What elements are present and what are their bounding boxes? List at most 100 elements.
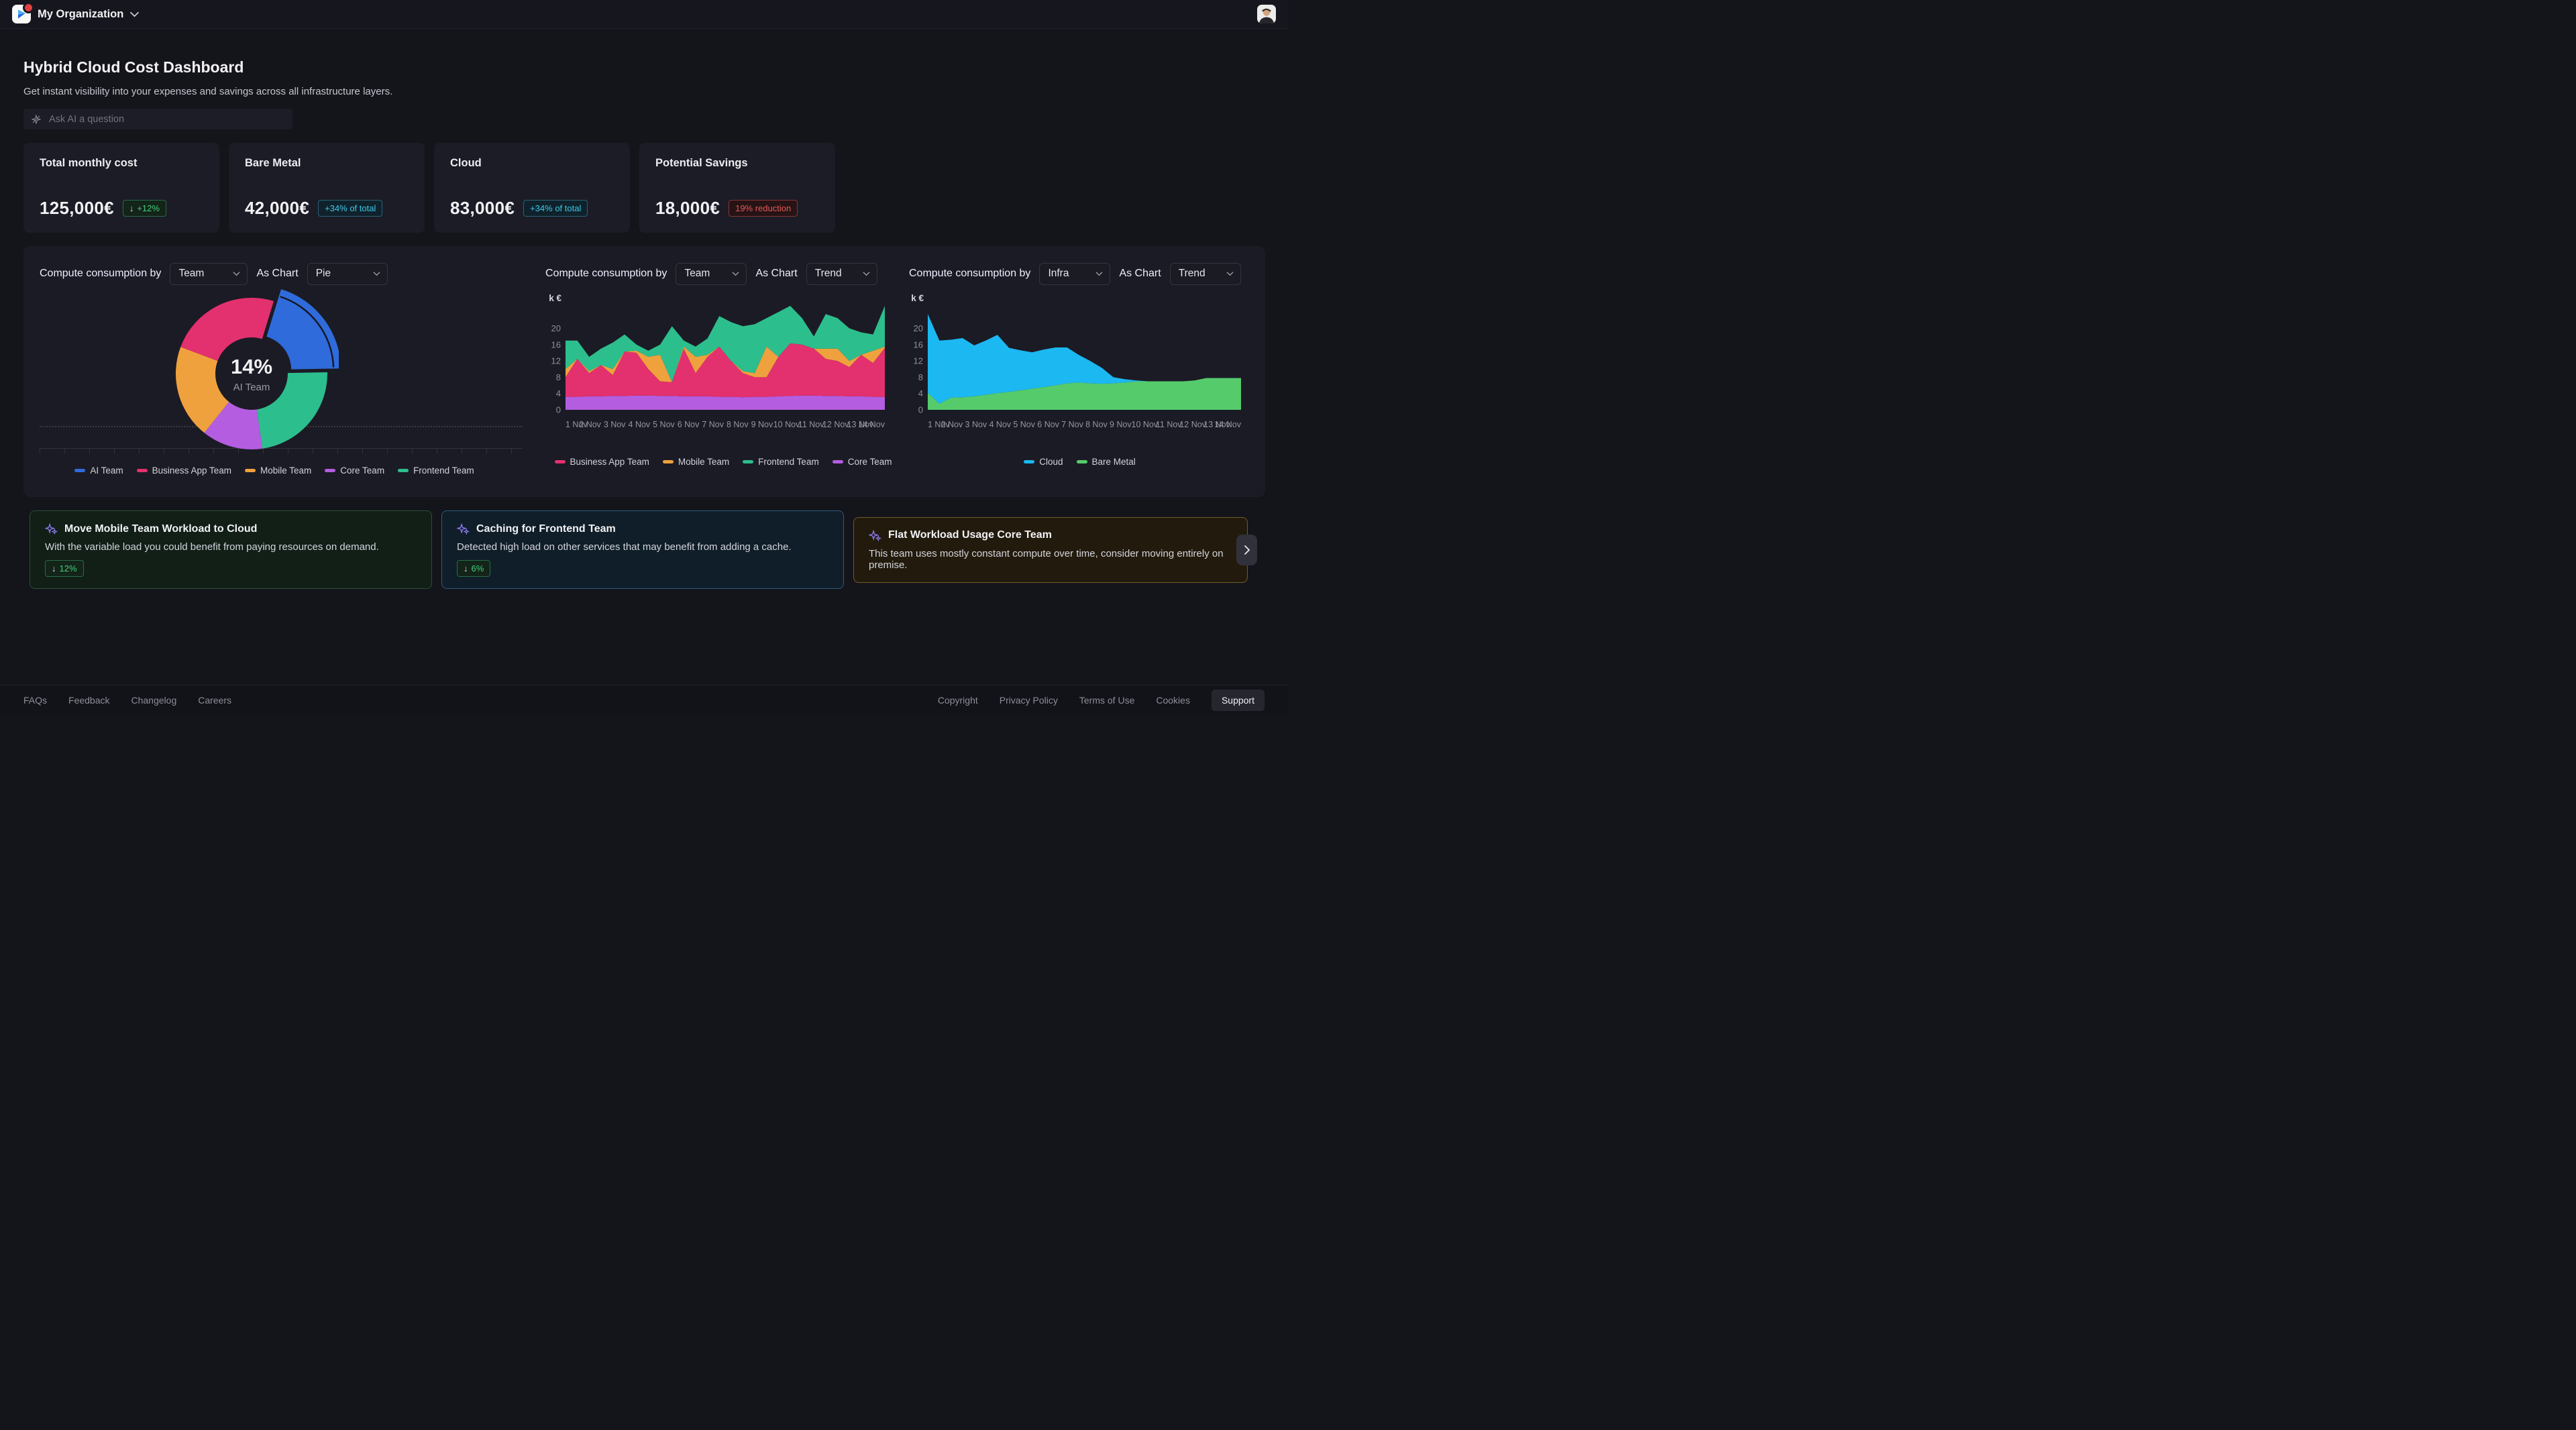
chart-type-select[interactable]: Trend: [806, 263, 877, 285]
stat-label: Bare Metal: [245, 157, 409, 170]
legend-item: Core Team: [325, 465, 384, 476]
recommendation-card-flat-workload[interactable]: Flat Workload Usage Core Team This team …: [853, 517, 1248, 583]
legend-color-swatch: [137, 469, 148, 472]
pie-chart-section: Compute consumption by Team As Chart Pie…: [40, 262, 536, 481]
footer: FAQs Feedback Changelog Careers Copyright Pr…: [0, 685, 1288, 715]
support-button[interactable]: Support: [1212, 690, 1265, 711]
chevron-down-icon: [373, 271, 380, 276]
donut-chart[interactable]: 14% AI Team: [164, 286, 339, 461]
legend-color-swatch: [74, 469, 85, 472]
footer-links-left: FAQs Feedback Changelog Careers: [23, 695, 231, 706]
recommendation-card-caching[interactable]: Caching for Frontend Team Detected high …: [441, 510, 844, 589]
axis-label: 8 Nov: [727, 420, 749, 429]
compute-by-label: Compute consumption by: [909, 268, 1030, 280]
arrow-down-icon: ↓: [129, 203, 134, 213]
axis-label: 6 Nov: [1037, 420, 1059, 429]
savings-badge: ↓12%: [45, 560, 84, 577]
arrow-down-icon: ↓: [52, 563, 56, 573]
carousel-next-button[interactable]: [1236, 535, 1257, 565]
legend-item: Core Team: [833, 457, 892, 467]
infra-stacked-area-chart[interactable]: k €0481216201 Nov2 Nov3 Nov4 Nov5 Nov6 N…: [909, 290, 1250, 451]
chevron-down-icon: [130, 11, 139, 17]
ai-sparkles-icon: [457, 522, 470, 535]
footer-link[interactable]: Feedback: [68, 695, 109, 706]
axis-label: 11 Nov: [1156, 420, 1182, 429]
legend-label: Bare Metal: [1092, 457, 1136, 467]
chart-type-select[interactable]: Trend: [1170, 263, 1241, 285]
footer-link[interactable]: Changelog: [131, 695, 177, 706]
axis-label: 12: [914, 356, 923, 366]
legend-item: Mobile Team: [663, 457, 729, 467]
axis-label: 5 Nov: [1013, 420, 1035, 429]
stat-card-cloud: Cloud 83,000€ +34% of total: [434, 143, 630, 233]
legend-label: Cloud: [1039, 457, 1063, 467]
footer-link[interactable]: Cookies: [1156, 695, 1190, 706]
recommendation-title: Caching for Frontend Team: [476, 523, 616, 535]
legend-label: AI Team: [90, 465, 123, 476]
stat-card-bare-metal: Bare Metal 42,000€ +34% of total: [229, 143, 425, 233]
chevron-down-icon: [1226, 271, 1234, 276]
as-chart-label: As Chart: [1119, 268, 1161, 280]
donut-hole: [215, 337, 288, 410]
compute-by-label: Compute consumption by: [545, 268, 667, 280]
axis-label: 16: [914, 339, 923, 349]
axis-label: k €: [549, 293, 561, 303]
main-content: Hybrid Cloud Cost Dashboard Get instant …: [0, 58, 1288, 589]
arrow-down-icon: ↓: [464, 563, 468, 573]
chevron-down-icon: [863, 271, 870, 276]
axis-label: 4 Nov: [989, 420, 1011, 429]
compute-by-select[interactable]: Team: [676, 263, 747, 285]
axis-label: 12: [551, 356, 561, 366]
legend-label: Business App Team: [152, 465, 231, 476]
stat-label: Potential Savings: [655, 157, 819, 170]
footer-link[interactable]: Privacy Policy: [1000, 695, 1058, 706]
legend-item: Cloud: [1024, 457, 1063, 467]
recommendation-card-move-mobile[interactable]: Move Mobile Team Workload to Cloud With …: [30, 510, 432, 589]
compute-by-select[interactable]: Team: [170, 263, 248, 285]
legend-item: AI Team: [74, 465, 123, 476]
recommendation-title: Flat Workload Usage Core Team: [888, 529, 1052, 541]
axis-label: 14 Nov: [1214, 420, 1241, 429]
legend-color-swatch: [663, 460, 674, 463]
app-logo-icon: [12, 5, 31, 23]
axis-label: 9 Nov: [751, 420, 773, 429]
stat-label: Cloud: [450, 157, 614, 170]
chart-type-select[interactable]: Pie: [307, 263, 388, 285]
ask-ai-input[interactable]: [48, 113, 285, 125]
footer-links-right: Copyright Privacy Policy Terms of Use Cooki…: [938, 690, 1265, 711]
footer-link[interactable]: FAQs: [23, 695, 47, 706]
stat-value: 125,000€: [40, 198, 114, 219]
ask-ai-bar[interactable]: [23, 109, 292, 129]
savings-badge: ↓6%: [457, 560, 490, 577]
footer-link[interactable]: Careers: [198, 695, 231, 706]
team-stacked-area-chart[interactable]: k €0481216201 Nov2 Nov3 Nov4 Nov5 Nov6 N…: [545, 290, 894, 451]
axis-label: 0: [556, 405, 561, 415]
axis-label: 6 Nov: [678, 420, 700, 429]
footer-link[interactable]: Terms of Use: [1079, 695, 1134, 706]
chevron-down-icon: [1095, 271, 1103, 276]
legend-color-swatch: [1077, 460, 1087, 463]
legend-color-swatch: [1024, 460, 1034, 463]
legend-item: Business App Team: [555, 457, 649, 467]
legend-label: Frontend Team: [758, 457, 819, 467]
notification-dot: [23, 2, 34, 13]
stat-value: 18,000€: [655, 198, 720, 219]
stat-value: 83,000€: [450, 198, 515, 219]
org-name: My Organization: [38, 8, 123, 21]
footer-link[interactable]: Copyright: [938, 695, 978, 706]
axis-label: 12 Nov: [822, 420, 849, 429]
legend-label: Mobile Team: [260, 465, 311, 476]
page-title: Hybrid Cloud Cost Dashboard: [23, 58, 1265, 76]
legend-label: Business App Team: [570, 457, 649, 467]
axis-label: 7 Nov: [1061, 420, 1083, 429]
axis-label: 5 Nov: [653, 420, 675, 429]
axis-label: 3 Nov: [965, 420, 987, 429]
org-switcher[interactable]: My Organization: [12, 5, 139, 23]
legend-color-swatch: [245, 469, 256, 472]
pie-chart-controls: Compute consumption by Team As Chart Pie: [40, 262, 536, 285]
axis-label: 4: [556, 388, 561, 398]
user-avatar[interactable]: [1257, 5, 1276, 23]
legend-item: Mobile Team: [245, 465, 311, 476]
infra-trend-legend: Cloud Bare Metal: [909, 457, 1250, 467]
compute-by-select[interactable]: Infra: [1039, 263, 1110, 285]
